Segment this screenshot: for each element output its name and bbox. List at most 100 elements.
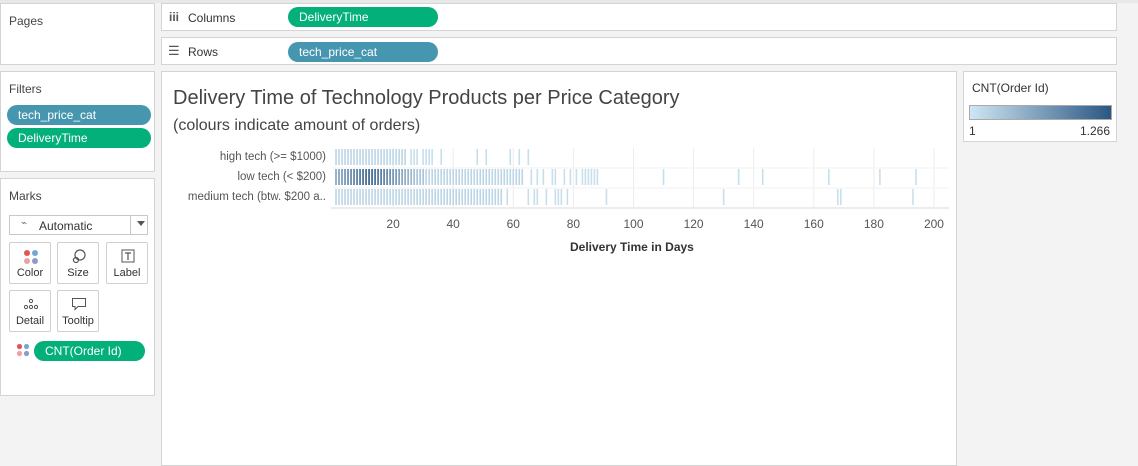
tick-mark[interactable]	[837, 189, 839, 205]
tick-mark[interactable]	[473, 169, 476, 185]
tick-mark[interactable]	[587, 169, 590, 185]
tick-mark[interactable]	[428, 189, 430, 205]
tick-mark[interactable]	[371, 149, 373, 165]
tick-mark[interactable]	[470, 189, 473, 205]
tick-mark[interactable]	[350, 189, 352, 205]
tick-mark[interactable]	[575, 169, 578, 185]
tick-mark[interactable]	[431, 169, 433, 185]
tick-mark[interactable]	[563, 169, 566, 185]
tick-mark[interactable]	[371, 189, 373, 205]
tick-mark[interactable]	[389, 169, 391, 185]
tick-mark[interactable]	[446, 169, 448, 185]
tick-mark[interactable]	[479, 189, 482, 205]
tick-mark[interactable]	[545, 189, 548, 205]
tick-mark[interactable]	[350, 169, 352, 185]
tick-mark[interactable]	[380, 149, 382, 165]
tick-mark[interactable]	[374, 149, 376, 165]
tick-mark[interactable]	[557, 189, 560, 205]
tick-mark[interactable]	[452, 169, 454, 185]
tick-mark[interactable]	[359, 189, 361, 205]
tick-mark[interactable]	[356, 149, 358, 165]
tick-mark[interactable]	[536, 169, 539, 185]
tick-mark[interactable]	[359, 149, 361, 165]
tick-mark[interactable]	[533, 189, 536, 205]
tick-mark[interactable]	[344, 149, 346, 165]
tick-mark[interactable]	[422, 149, 424, 165]
tick-mark[interactable]	[461, 189, 464, 205]
tick-mark[interactable]	[428, 169, 430, 185]
tick-mark[interactable]	[431, 189, 433, 205]
tick-mark[interactable]	[500, 169, 503, 185]
tick-mark[interactable]	[398, 149, 400, 165]
tick-mark[interactable]	[485, 169, 488, 185]
tick-mark[interactable]	[443, 169, 445, 185]
tick-mark[interactable]	[341, 189, 343, 205]
rows-shelf[interactable]: ☰ Rows tech_price_cat	[161, 37, 1117, 65]
tick-mark[interactable]	[761, 169, 764, 185]
tick-mark[interactable]	[422, 189, 424, 205]
tick-mark[interactable]	[431, 149, 433, 165]
tick-mark[interactable]	[828, 169, 830, 185]
tick-mark[interactable]	[440, 169, 442, 185]
tick-mark[interactable]	[353, 169, 355, 185]
columns-shelf[interactable]: iii Columns DeliveryTime	[161, 3, 1117, 31]
tick-mark[interactable]	[335, 169, 337, 185]
tick-mark[interactable]	[467, 189, 470, 205]
tick-mark[interactable]	[554, 189, 557, 205]
tick-mark[interactable]	[596, 169, 599, 185]
tick-mark[interactable]	[473, 189, 476, 205]
tick-mark[interactable]	[509, 149, 512, 165]
tick-mark[interactable]	[410, 149, 412, 165]
tick-mark[interactable]	[518, 169, 521, 185]
tick-mark[interactable]	[413, 169, 415, 185]
tick-mark[interactable]	[455, 169, 457, 185]
tick-mark[interactable]	[368, 169, 370, 185]
tick-mark[interactable]	[482, 169, 485, 185]
tooltip-button[interactable]: Tooltip	[57, 290, 99, 332]
tick-mark[interactable]	[840, 189, 842, 205]
tick-mark[interactable]	[377, 149, 379, 165]
tick-mark[interactable]	[392, 169, 394, 185]
filter-pill-tech-price-cat[interactable]: tech_price_cat	[7, 105, 151, 125]
tick-mark[interactable]	[461, 169, 464, 185]
tick-mark[interactable]	[419, 189, 421, 205]
tick-mark[interactable]	[362, 149, 364, 165]
tick-mark[interactable]	[527, 149, 530, 165]
tick-mark[interactable]	[485, 149, 488, 165]
tick-mark[interactable]	[554, 169, 557, 185]
tick-mark[interactable]	[440, 149, 442, 165]
tick-mark[interactable]	[413, 149, 415, 165]
tick-mark[interactable]	[374, 169, 376, 185]
tick-mark[interactable]	[455, 189, 457, 205]
tick-mark[interactable]	[365, 189, 367, 205]
tick-mark[interactable]	[422, 169, 424, 185]
tick-mark[interactable]	[437, 169, 439, 185]
tick-mark[interactable]	[398, 169, 400, 185]
tick-mark[interactable]	[374, 189, 376, 205]
pages-panel[interactable]: Pages	[0, 3, 155, 65]
tick-mark[interactable]	[437, 189, 439, 205]
tick-mark[interactable]	[560, 189, 563, 205]
tick-mark[interactable]	[380, 169, 382, 185]
tick-mark[interactable]	[449, 169, 451, 185]
tick-mark[interactable]	[521, 169, 524, 185]
tick-mark[interactable]	[434, 189, 436, 205]
tick-mark[interactable]	[464, 169, 467, 185]
tick-mark[interactable]	[518, 149, 521, 165]
tick-mark[interactable]	[915, 169, 917, 185]
label-button[interactable]: Label	[106, 242, 148, 284]
tick-mark[interactable]	[353, 189, 355, 205]
tick-mark[interactable]	[488, 189, 491, 205]
tick-mark[interactable]	[335, 149, 337, 165]
tick-mark[interactable]	[416, 189, 418, 205]
tick-mark[interactable]	[371, 169, 373, 185]
tick-mark[interactable]	[380, 189, 382, 205]
tick-mark[interactable]	[386, 169, 388, 185]
tick-mark[interactable]	[440, 189, 442, 205]
mark-type-dropdown[interactable]: ⌁ Automatic	[9, 215, 148, 235]
tick-mark[interactable]	[425, 169, 427, 185]
tick-mark[interactable]	[401, 189, 403, 205]
tick-mark[interactable]	[356, 169, 358, 185]
tick-mark[interactable]	[416, 169, 418, 185]
tick-mark[interactable]	[386, 149, 388, 165]
